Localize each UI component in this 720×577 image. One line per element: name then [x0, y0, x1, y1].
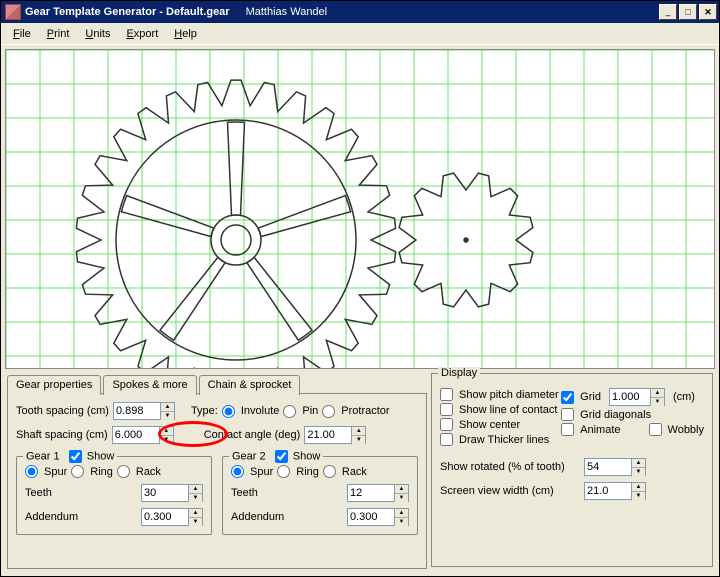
type-label: Type: [191, 405, 218, 417]
type-pin[interactable]: Pin [283, 405, 318, 418]
menu-help[interactable]: Help [174, 28, 197, 40]
gear1-rack[interactable]: Rack [117, 465, 161, 478]
grid-value-input[interactable] [609, 388, 651, 406]
show-line-label: Show line of contact [459, 404, 557, 416]
tooth-spacing-input[interactable] [113, 402, 161, 420]
gear1-teeth-input[interactable] [141, 484, 189, 502]
gear1-legend: Gear 1 [26, 450, 60, 462]
screen-width-input[interactable] [584, 482, 632, 500]
shaft-spacing-input[interactable] [112, 426, 160, 444]
display-group: Display Show pitch diameter Show line of… [431, 373, 713, 567]
menu-file[interactable]: File [13, 28, 31, 40]
gear1-show-check[interactable] [69, 450, 82, 463]
gear1-spur[interactable]: Spur [25, 465, 67, 478]
grid-diag-label: Grid diagonals [580, 409, 651, 421]
tab-spokes-more[interactable]: Spokes & more [103, 375, 196, 395]
wobbly-label: Wobbly [668, 424, 704, 436]
tooth-spacing-spinner[interactable]: ▲▼ [161, 402, 175, 420]
contact-angle-input[interactable] [304, 426, 352, 444]
show-rotated-input[interactable] [584, 458, 632, 476]
screen-width-label: Screen view width (cm) [440, 485, 580, 497]
tab-gear-properties[interactable]: Gear properties [7, 375, 101, 395]
show-line-check[interactable] [440, 403, 453, 416]
gear2-rack[interactable]: Rack [323, 465, 367, 478]
menu-export[interactable]: Export [126, 28, 158, 40]
minimize-button[interactable]: _ [659, 4, 677, 20]
grid-check[interactable] [561, 391, 574, 404]
app-icon [5, 4, 21, 20]
show-center-check[interactable] [440, 418, 453, 431]
gear2-show-check[interactable] [275, 450, 288, 463]
contact-angle-spinner[interactable]: ▲▼ [352, 426, 366, 444]
tab-chain-sprocket[interactable]: Chain & sprocket [199, 375, 301, 395]
grid-unit-label: (cm) [673, 391, 695, 403]
gear2-show-label: Show [293, 450, 321, 462]
tooth-spacing-label: Tooth spacing (cm) [16, 405, 109, 417]
gear2-spur[interactable]: Spur [231, 465, 273, 478]
gear1-addendum-label: Addendum [25, 511, 78, 523]
gear1-addendum-input[interactable] [141, 508, 189, 526]
window-author: Matthias Wandel [246, 6, 328, 18]
gear1-show-label: Show [87, 450, 115, 462]
grid-label: Grid [580, 391, 601, 403]
gear1-teeth-label: Teeth [25, 487, 52, 499]
menu-units[interactable]: Units [85, 28, 110, 40]
show-rotated-label: Show rotated (% of tooth) [440, 461, 580, 473]
shaft-spacing-spinner[interactable]: ▲▼ [160, 426, 174, 444]
gear-properties-panel: Tooth spacing (cm) ▲▼ Type: Involute Pin… [7, 393, 427, 569]
type-protractor[interactable]: Protractor [322, 405, 389, 418]
gear2-legend: Gear 2 [232, 450, 266, 462]
titlebar: Gear Template Generator - Default.gear M… [1, 1, 719, 23]
gear2-addendum-label: Addendum [231, 511, 284, 523]
gear-drawing [6, 50, 714, 368]
gear2-addendum-input[interactable] [347, 508, 395, 526]
menu-print[interactable]: Print [47, 28, 70, 40]
wobbly-check[interactable] [649, 423, 662, 436]
contact-angle-label: Contact angle (deg) [204, 429, 301, 441]
display-legend: Display [438, 367, 480, 379]
gear2-teeth-label: Teeth [231, 487, 258, 499]
gear2-ring[interactable]: Ring [277, 465, 319, 478]
gear2-teeth-input[interactable] [347, 484, 395, 502]
gear1-ring[interactable]: Ring [71, 465, 113, 478]
show-center-label: Show center [459, 419, 520, 431]
type-involute[interactable]: Involute [222, 405, 280, 418]
window-title: Gear Template Generator - Default.gear [25, 6, 230, 18]
show-pitch-check[interactable] [440, 388, 453, 401]
close-button[interactable]: ✕ [699, 4, 717, 20]
draw-thicker-label: Draw Thicker lines [459, 434, 549, 446]
animate-check[interactable] [561, 423, 574, 436]
animate-label: Animate [580, 424, 620, 436]
show-pitch-label: Show pitch diameter [459, 389, 559, 401]
grid-diag-check[interactable] [561, 408, 574, 421]
maximize-button[interactable]: □ [679, 4, 697, 20]
draw-thicker-check[interactable] [440, 433, 453, 446]
app-window: Gear Template Generator - Default.gear M… [0, 0, 720, 577]
shaft-spacing-label: Shaft spacing (cm) [16, 429, 108, 441]
gear-canvas[interactable]: (function(){ const svg = document.queryS… [5, 49, 715, 369]
menubar: File Print Units Export Help [1, 23, 719, 45]
tab-row: Gear properties Spokes & more Chain & sp… [7, 375, 427, 395]
